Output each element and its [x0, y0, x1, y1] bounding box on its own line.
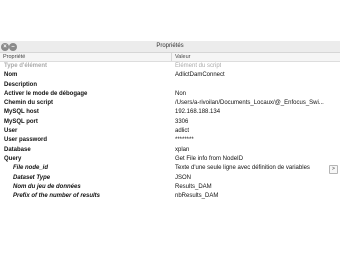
- table-row-name[interactable]: Nom AdlictDamConnect: [0, 71, 340, 80]
- column-header-property[interactable]: Propriété: [3, 53, 25, 61]
- property-value[interactable]: Non: [175, 90, 186, 99]
- table-header: Propriété Valeur: [0, 53, 340, 62]
- table-row-results-prefix[interactable]: Prefix of the number of results nbResult…: [0, 192, 340, 201]
- property-label: Nom: [4, 72, 18, 79]
- property-label: Chemin du script: [4, 100, 54, 107]
- table-row-user[interactable]: User adlict: [0, 127, 340, 136]
- property-label: Query: [4, 155, 22, 162]
- table-row-dataset-type[interactable]: Dataset Type JSON: [0, 174, 340, 183]
- property-label: MySQL host: [4, 109, 39, 116]
- properties-window: × – Propriétés Propriété Valeur Type d'é…: [0, 41, 340, 209]
- table-row-user-password[interactable]: User password ********: [0, 136, 340, 145]
- property-value[interactable]: nbResults_DAM: [175, 192, 218, 201]
- table-row-query[interactable]: Query Get File info from NodeID: [0, 155, 340, 164]
- property-label: Type d'élément: [4, 63, 47, 69]
- property-label: File node_id: [13, 165, 49, 172]
- property-value[interactable]: xplan: [175, 146, 189, 155]
- property-value[interactable]: adlict: [175, 127, 189, 136]
- property-label: Description: [4, 81, 38, 88]
- property-label: Nom du jeu de données: [13, 183, 81, 190]
- property-label: Activer le mode de débogage: [4, 90, 88, 97]
- column-divider[interactable]: [171, 53, 172, 61]
- title-bar: × – Propriétés: [0, 41, 340, 53]
- property-label: MySQL port: [4, 118, 38, 125]
- property-value: Élément du script: [175, 63, 222, 69]
- property-value[interactable]: Get File info from NodeID: [175, 155, 243, 164]
- property-value[interactable]: /Users/a-rivoilan/Documents_Locaux/@_Enf…: [175, 99, 324, 108]
- table-row-database[interactable]: Database xplan: [0, 146, 340, 155]
- property-label: Prefix of the number of results: [13, 193, 101, 200]
- table-row-file-node-id[interactable]: File node_id Texte d'une seule ligne ave…: [0, 164, 340, 175]
- table-row-description[interactable]: Description: [0, 81, 340, 90]
- table-row-mysql-host[interactable]: MySQL host 192.168.188.134: [0, 108, 340, 117]
- property-value[interactable]: Results_DAM: [175, 183, 212, 192]
- table-row-script-path[interactable]: Chemin du script /Users/a-rivoilan/Docum…: [0, 99, 340, 108]
- column-header-value[interactable]: Valeur: [175, 53, 191, 61]
- property-value[interactable]: 3306: [175, 118, 188, 127]
- table-row-element-type[interactable]: Type d'élément Élément du script: [0, 62, 340, 71]
- property-value[interactable]: JSON: [175, 174, 191, 183]
- property-value[interactable]: AdlictDamConnect: [175, 71, 225, 80]
- property-value[interactable]: Texte d'une seule ligne avec définition …: [175, 164, 310, 173]
- property-value[interactable]: ********: [175, 136, 194, 145]
- property-label: User password: [4, 137, 48, 144]
- window-title: Propriétés: [156, 43, 184, 49]
- property-label: Database: [4, 146, 31, 153]
- table-row-mysql-port[interactable]: MySQL port 3306: [0, 118, 340, 127]
- property-label: User: [4, 128, 18, 135]
- table-row-debug-mode[interactable]: Activer le mode de débogage Non: [0, 90, 340, 99]
- table-row-dataset-name[interactable]: Nom du jeu de données Results_DAM: [0, 183, 340, 192]
- property-label: Dataset Type: [13, 174, 51, 181]
- properties-table: Type d'élément Élément du script Nom Adl…: [0, 62, 340, 201]
- property-value[interactable]: 192.168.188.134: [175, 108, 220, 117]
